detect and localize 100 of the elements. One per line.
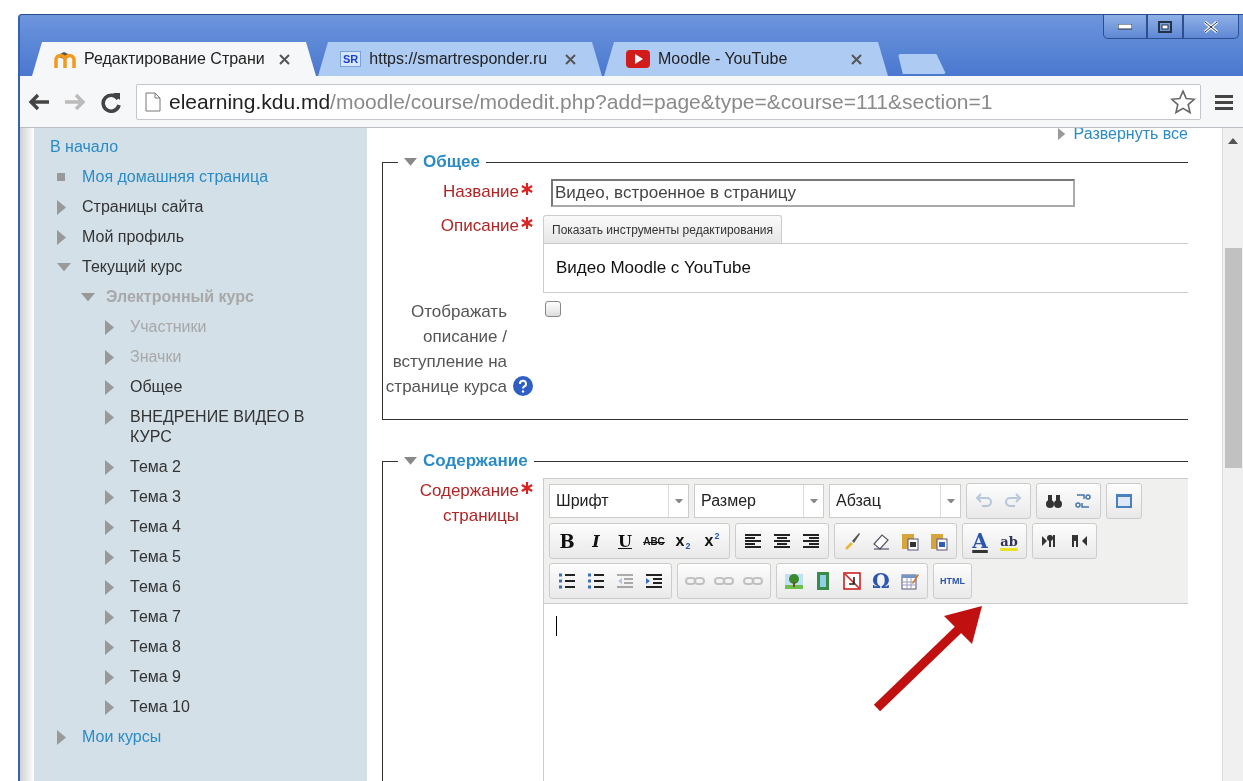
triangle-right-icon (57, 729, 66, 745)
back-arrow-icon[interactable] (28, 92, 50, 111)
scrollbar[interactable] (1222, 128, 1243, 781)
tab-title: Редактирование Страни (84, 50, 266, 68)
close-icon[interactable] (279, 53, 290, 65)
field-label: Описание (440, 215, 519, 237)
maximize-button[interactable] (1147, 15, 1183, 39)
triangle-right-icon (105, 459, 114, 475)
nav-item[interactable]: Тема 3 (130, 487, 181, 507)
favicon-badge: SR (340, 51, 362, 67)
clipboard-icon (900, 531, 920, 551)
menu-icon[interactable] (1215, 93, 1233, 110)
close-icon[interactable] (851, 53, 862, 65)
triangle-right-icon (105, 579, 114, 595)
browser-tab[interactable]: Редактирование Страни (32, 42, 316, 76)
reload-icon[interactable] (100, 90, 122, 113)
indent-icon (644, 571, 664, 591)
help-icon[interactable] (513, 376, 533, 396)
triangle-right-icon (105, 409, 114, 425)
close-icon[interactable] (565, 53, 576, 65)
nav-item[interactable]: Тема 8 (130, 637, 181, 657)
triangle-right-icon (105, 549, 114, 565)
nav-item[interactable]: Тема 10 (130, 697, 190, 717)
triangle-right-icon (105, 699, 114, 715)
checkbox[interactable] (545, 301, 561, 317)
triangle-right-icon (1058, 128, 1066, 140)
minimize-button[interactable] (1103, 15, 1147, 39)
nav-item[interactable]: Тема 6 (130, 577, 181, 597)
star-icon[interactable] (1170, 88, 1196, 115)
nav-item[interactable]: Тема 9 (130, 667, 181, 687)
close-window-button[interactable] (1183, 15, 1239, 39)
clipboard-icon (929, 531, 949, 551)
italic-button[interactable]: I (582, 527, 610, 555)
align-center-icon (772, 531, 792, 551)
mortarboard-m-icon (54, 49, 76, 69)
text-input[interactable]: Видео, встроенное в страницу (551, 179, 1075, 207)
replace-icon (1073, 491, 1093, 511)
dropdown-select[interactable]: Абзац (829, 484, 961, 518)
minimize-icon (1118, 23, 1132, 30)
align-left-icon (743, 531, 763, 551)
strikethrough-button[interactable]: ABC (640, 527, 668, 555)
outdent-icon (615, 571, 635, 591)
close-icon (1204, 20, 1218, 33)
text-color-button[interactable]: A (966, 527, 994, 555)
triangle-right-icon (105, 639, 114, 655)
show-editing-tools-tab[interactable]: Показать инструменты редактирования (543, 215, 782, 243)
triangle-down-icon (57, 262, 71, 272)
tab-title: https://smartresponder.ru (369, 50, 549, 68)
triangle-right-icon (105, 319, 114, 335)
html-source-button[interactable]: HTML (937, 567, 968, 595)
triangle-right-icon (57, 229, 66, 245)
triangle-right-icon (57, 199, 66, 215)
bold-button[interactable]: B (553, 527, 581, 555)
browser-tab[interactable]: SR https://smartresponder.ru (318, 42, 602, 76)
triangle-down-icon (809, 498, 818, 504)
triangle-down-icon (81, 292, 95, 302)
nav-item[interactable]: Тема 4 (130, 517, 181, 537)
highlight-color-button[interactable]: ab (995, 527, 1023, 555)
triangle-right-icon (105, 669, 114, 685)
nav-item[interactable]: Тема 5 (130, 547, 181, 567)
triangle-down-icon (946, 498, 955, 504)
scroll-up-icon[interactable] (1228, 138, 1238, 144)
text-cursor (556, 616, 557, 636)
section-title[interactable]: Содержание (423, 451, 528, 471)
triangle-down-icon (674, 498, 683, 504)
play-icon (626, 50, 650, 68)
field-label: Название (443, 181, 519, 203)
tab-title: Moodle - YouTube (658, 50, 789, 68)
bullet-list-icon (557, 571, 577, 591)
underline-button[interactable]: U (611, 527, 639, 555)
dropdown-select[interactable]: Шрифт (549, 484, 689, 518)
address-bar[interactable]: elearning.kdu.md/moodle/course/modedit.php?add=page&type=&course=111&section=1 (136, 83, 1201, 120)
section-title[interactable]: Общее (423, 152, 480, 172)
maximize-icon (1158, 20, 1172, 33)
triangle-right-icon (105, 609, 114, 625)
nav-item[interactable]: Мой профиль (82, 227, 185, 247)
no-link-icon (842, 571, 862, 591)
special-character-button[interactable]: Ω (867, 567, 895, 595)
nav-item[interactable]: Тема 7 (130, 607, 181, 627)
window-icon (1114, 491, 1134, 511)
nav-item[interactable]: Страницы сайта (82, 197, 204, 217)
nav-item[interactable]: Текущий курс (82, 257, 183, 277)
scroll-thumb[interactable] (1224, 248, 1242, 468)
url-text: elearning.kdu.md/moodle/course/modedit.php?add=page&type=&course=111&section=1 (169, 89, 994, 114)
expand-all-link[interactable]: Развернуть все (1058, 128, 1188, 143)
nav-item[interactable]: Общее (130, 377, 183, 397)
align-right-icon (801, 531, 821, 551)
triangle-down-icon (404, 158, 417, 166)
triangle-down-icon (404, 457, 417, 465)
field-label: Содержание страницы (418, 480, 519, 527)
nav-item[interactable]: ВНЕДРЕНИЕ ВИДЕО В КУРС (130, 407, 347, 447)
browser-tab[interactable]: Moodle - YouTube (604, 42, 888, 76)
tree-picture-icon (784, 571, 804, 591)
dropdown-select[interactable]: Размер (694, 484, 824, 518)
triangle-right-icon (105, 519, 114, 535)
field-label: Отображать описание / вступление на странице курса (384, 301, 507, 398)
page-icon (145, 91, 161, 112)
description-editor[interactable]: Видео Moodle с YouTube (543, 243, 1188, 293)
nav-item[interactable]: Тема 2 (130, 457, 181, 477)
table-pencil-icon (900, 571, 920, 591)
